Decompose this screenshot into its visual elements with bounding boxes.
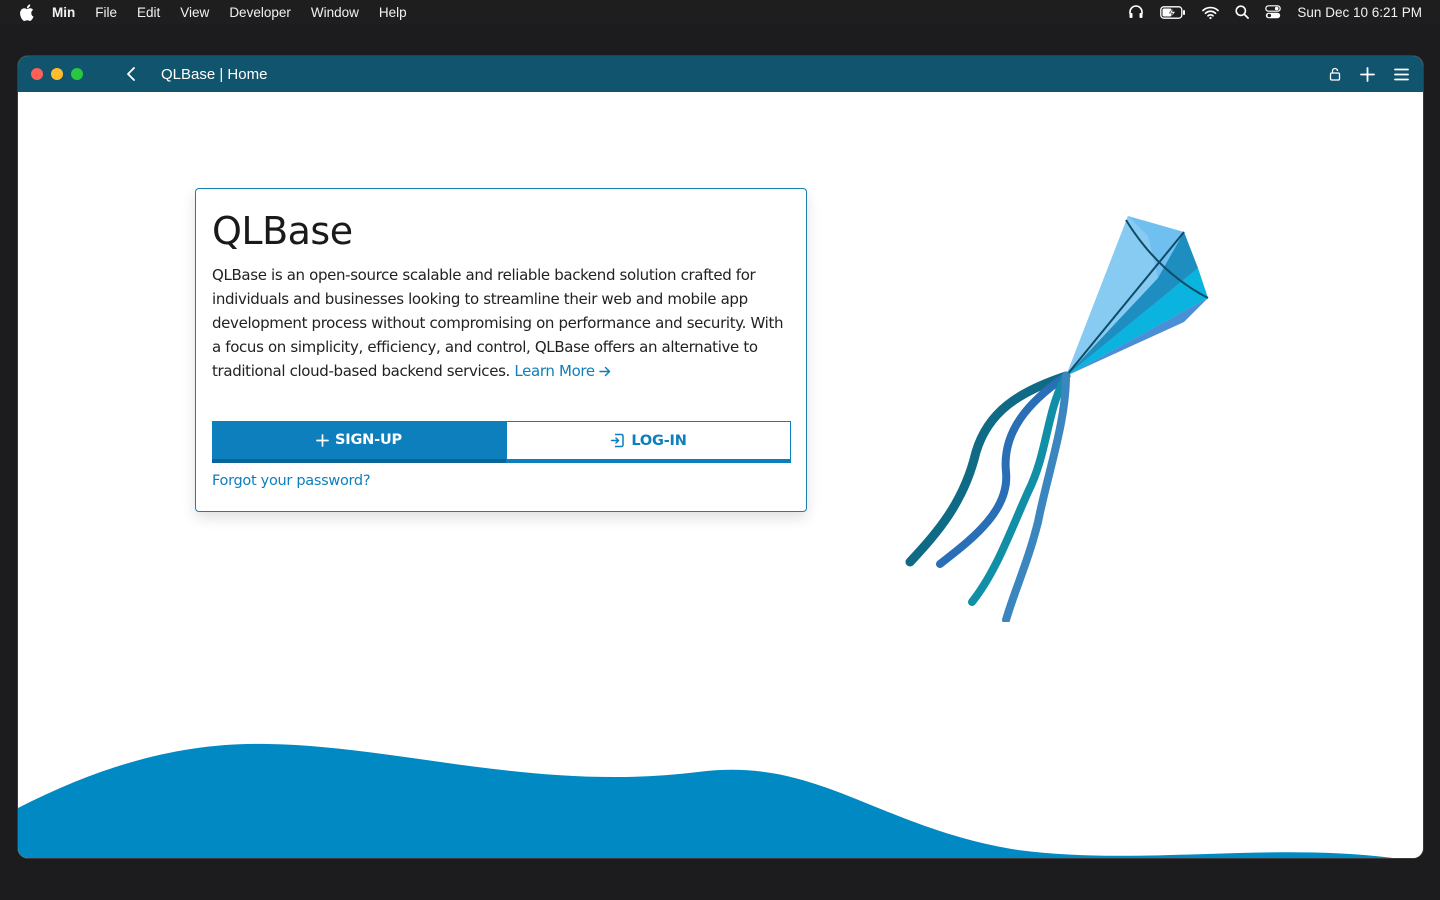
menu-bar: Min File Edit View Developer Window Help… <box>0 0 1440 24</box>
battery-icon[interactable] <box>1160 5 1186 19</box>
chevron-left-icon <box>127 67 135 81</box>
menubar-clock[interactable]: Sun Dec 10 6:21 PM <box>1297 5 1422 20</box>
description: QLBase is an open-source scalable and re… <box>212 263 787 383</box>
back-button[interactable] <box>122 65 140 83</box>
menu-file[interactable]: File <box>95 5 117 20</box>
minimize-window-button[interactable] <box>51 68 63 80</box>
zoom-window-button[interactable] <box>71 68 83 80</box>
page-title: QLBase <box>212 209 353 253</box>
tab-title[interactable]: QLBase | Home <box>161 66 267 83</box>
close-window-button[interactable] <box>31 68 43 80</box>
menu-window[interactable]: Window <box>311 5 359 20</box>
signup-label: SIGN-UP <box>335 432 402 448</box>
login-button[interactable]: LOG-IN <box>506 421 791 463</box>
arrow-right-icon <box>599 366 611 377</box>
lock-icon[interactable] <box>1329 67 1341 81</box>
control-center-icon[interactable] <box>1265 5 1282 19</box>
login-icon <box>610 433 625 448</box>
menu-button[interactable] <box>1394 68 1409 81</box>
menu-app-name[interactable]: Min <box>52 5 75 20</box>
headphones-icon[interactable] <box>1128 5 1144 19</box>
menu-developer[interactable]: Developer <box>229 5 291 20</box>
signup-button[interactable]: SIGN-UP <box>212 421 506 463</box>
forgot-password-link[interactable]: Forgot your password? <box>212 473 371 489</box>
menu-edit[interactable]: Edit <box>137 5 160 20</box>
menu-view[interactable]: View <box>180 5 209 20</box>
learn-more-label: Learn More <box>514 362 595 380</box>
login-label: LOG-IN <box>631 432 687 449</box>
plus-icon <box>316 433 329 447</box>
browser-window: QLBase | Home QLBase QLBase is an open-s… <box>18 56 1423 858</box>
auth-buttons: SIGN-UP LOG-IN <box>212 421 791 463</box>
description-text: QLBase is an open-source scalable and re… <box>212 266 784 380</box>
intro-card: QLBase QLBase is an open-source scalable… <box>195 188 807 512</box>
page-content: QLBase QLBase is an open-source scalable… <box>18 92 1423 858</box>
hamburger-icon <box>1394 68 1409 80</box>
learn-more-link[interactable]: Learn More <box>514 362 611 380</box>
window-controls <box>31 68 91 80</box>
browser-titlebar: QLBase | Home <box>18 56 1423 92</box>
spotlight-search-icon[interactable] <box>1235 5 1250 19</box>
kite-illustration <box>905 216 1209 622</box>
wifi-icon[interactable] <box>1202 6 1220 19</box>
new-tab-button[interactable] <box>1360 66 1375 82</box>
wave-decoration <box>18 743 1393 858</box>
apple-icon[interactable] <box>19 3 35 21</box>
menu-help[interactable]: Help <box>379 5 407 20</box>
plus-icon <box>1360 66 1375 82</box>
